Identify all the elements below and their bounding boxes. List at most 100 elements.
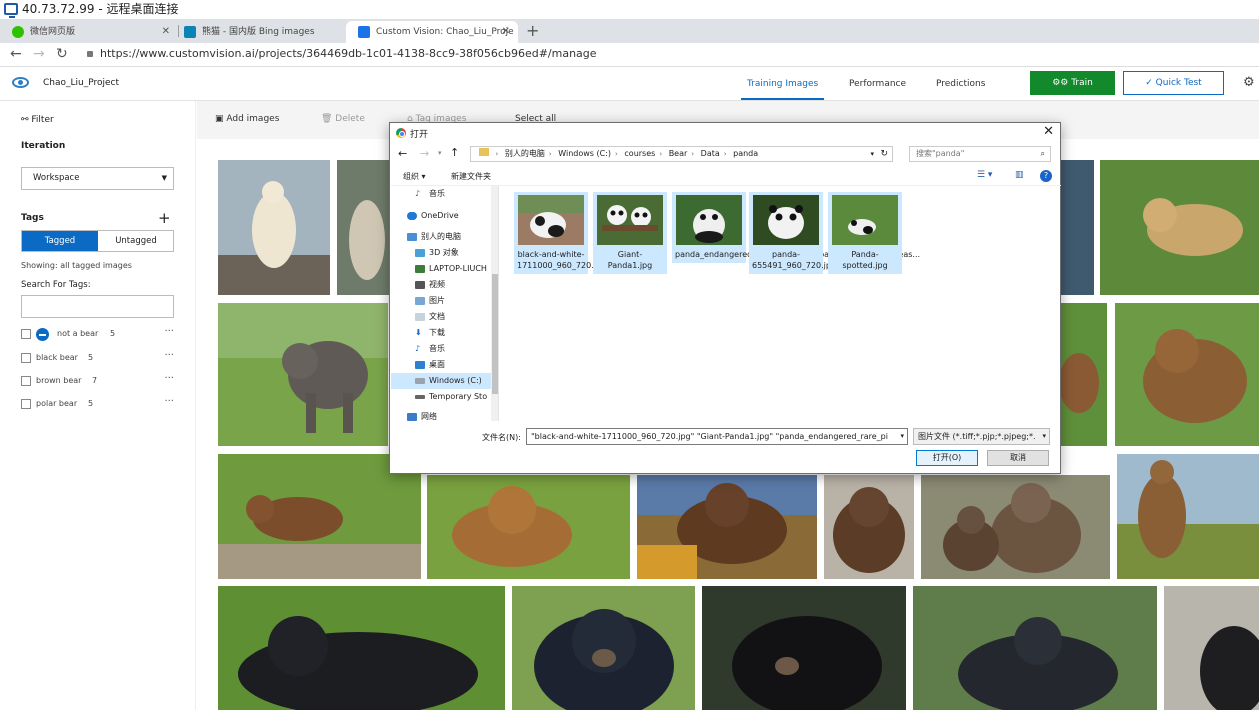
chevron-down-icon[interactable]: ▾ [900,429,904,444]
breadcrumb-item[interactable]: 别人的电脑 [505,149,545,158]
scrollbar-thumb[interactable] [492,274,498,394]
tagged-button[interactable]: Tagged [22,231,98,251]
checkbox[interactable] [21,329,31,339]
custom-vision-eye-icon[interactable] [12,77,29,88]
tag-row-brown-bear[interactable]: brown bear 7 ··· [21,373,174,389]
search-tags-input[interactable] [21,295,174,318]
nav-item-desktop[interactable]: 桌面 [391,357,491,373]
view-options-icon[interactable]: ☰ ▾ [977,170,992,180]
chevron-down-icon[interactable]: ▾ [870,147,874,161]
back-icon[interactable]: ← [10,46,22,62]
image-thumbnail[interactable] [1061,303,1107,446]
delete-button[interactable]: 🗑 Delete [321,114,365,124]
breadcrumb-item[interactable]: Data [701,149,720,158]
up-icon[interactable]: ↑ [450,146,459,159]
more-icon[interactable]: ··· [164,326,174,337]
folder-search-input[interactable]: 搜索"panda" ⌕ [909,146,1051,162]
add-images-button[interactable]: ▣ Add images [215,114,279,124]
nav-item-onedrive[interactable]: OneDrive [391,208,491,224]
open-button[interactable]: 打开(O) [916,450,978,466]
quick-test-button[interactable]: ✓ Quick Test [1123,71,1224,95]
add-tag-icon[interactable]: + [158,209,171,227]
image-thumbnail[interactable] [1100,160,1259,295]
tab-custom-vision[interactable]: Custom Vision: Chao_Liu_Proje ✕ [346,21,518,43]
tab-predictions[interactable]: Predictions [936,79,985,89]
tag-row-polar-bear[interactable]: polar bear 5 ··· [21,396,174,412]
filename-input[interactable]: "black-and-white-1711000_960_720.jpg" "G… [526,428,908,445]
refresh-icon[interactable]: ↻ [880,147,888,161]
file-item[interactable]: black-and-white-1711000_960_720.jpg [514,192,606,274]
nav-scrollbar[interactable] [491,186,498,421]
train-button[interactable]: ⚙⚙ Train [1030,71,1115,95]
nav-item-pictures[interactable]: 图片 [391,293,491,309]
path-breadcrumb[interactable]: › 别人的电脑 › Windows (C:) › courses › Bear › Da… [470,146,893,162]
back-icon[interactable]: ← [398,147,407,160]
nav-item-3d-objects[interactable]: 3D 对象 [391,245,491,261]
filetype-select[interactable]: 图片文件 (*.tiff;*.pjp;*.pjpeg;*. ▾ [913,428,1050,445]
forward-icon[interactable]: → [420,147,429,160]
url-field[interactable]: https://www.customvision.ai/projects/364… [100,47,597,60]
checkbox[interactable] [21,399,31,409]
file-item[interactable]: Panda-spotted.jpg [828,192,902,274]
close-icon[interactable]: ✕ [1043,124,1054,139]
close-tab-icon[interactable]: ✕ [162,21,170,43]
filter-label[interactable]: ⚯ Filter [21,115,54,125]
file-item[interactable]: Giant-Panda1.jpg [593,192,667,274]
more-icon[interactable]: ··· [164,373,174,384]
image-thumbnail[interactable] [637,475,817,579]
organize-button[interactable]: 组织 ▾ [403,171,426,182]
checkbox[interactable] [21,353,31,363]
untagged-button[interactable]: Untagged [98,231,174,251]
image-thumbnail[interactable] [218,586,505,710]
image-thumbnail[interactable] [1117,454,1259,579]
project-name[interactable]: Chao_Liu_Project [43,78,119,88]
checkbox[interactable] [21,376,31,386]
file-item[interactable]: panda-655491_960_720.jpg [749,192,836,274]
reload-icon[interactable]: ↻ [56,46,68,62]
more-icon[interactable]: ··· [164,396,174,407]
breadcrumb-item[interactable]: courses [624,149,655,158]
nav-item-laptop[interactable]: LAPTOP-LIUCH [391,261,491,277]
image-thumbnail[interactable] [702,586,906,710]
image-thumbnail[interactable] [512,586,695,710]
file-item[interactable]: panda_endangered_rare_protected_bamboo_n… [672,192,920,263]
image-thumbnail[interactable] [1061,160,1094,295]
nav-item-temporary-storage[interactable]: Temporary Sto [391,389,491,405]
image-thumbnail[interactable] [1164,586,1259,710]
nav-item-videos[interactable]: 视频 [391,277,491,293]
more-icon[interactable]: ··· [164,350,174,361]
tab-bing[interactable]: 熊猫 - 国内版 Bing images [172,21,346,43]
image-thumbnail[interactable] [218,303,388,446]
recent-dropdown-icon[interactable]: ▾ [438,149,442,157]
nav-item-network[interactable]: 网络 [391,409,491,421]
image-thumbnail[interactable] [1115,303,1259,446]
nav-item-documents[interactable]: 文档 [391,309,491,325]
image-thumbnail[interactable] [337,160,389,295]
gear-icon[interactable]: ⚙ [1243,75,1255,90]
close-tab-icon[interactable]: ✕ [502,21,510,43]
nav-item-this-pc[interactable]: 别人的电脑 [391,229,491,245]
tab-training-images[interactable]: Training Images [740,79,825,100]
nav-item-music[interactable]: ♪ 音乐 [391,186,491,202]
image-thumbnail[interactable] [427,475,630,579]
cancel-button[interactable]: 取消 [987,450,1049,466]
preview-pane-icon[interactable]: ▥ [1015,170,1024,180]
tab-performance[interactable]: Performance [849,79,906,89]
image-thumbnail[interactable] [921,475,1110,579]
image-thumbnail[interactable] [824,475,914,579]
tab-wechat[interactable]: 微信网页版 ✕ [0,21,178,43]
tag-row-black-bear[interactable]: black bear 5 ··· [21,350,174,366]
nav-item-downloads[interactable]: ⬇ 下载 [391,325,491,341]
nav-item-music-2[interactable]: ♪ 音乐 [391,341,491,357]
forward-icon[interactable]: → [33,46,45,62]
breadcrumb-item[interactable]: Windows (C:) [558,149,611,158]
help-icon[interactable]: ? [1040,170,1052,182]
breadcrumb-item[interactable]: panda [733,149,758,158]
image-thumbnail[interactable] [913,586,1157,710]
new-tab-button[interactable]: + [526,19,539,43]
tag-row-not-a-bear[interactable]: not a bear 5 ··· [21,326,174,342]
iteration-select[interactable]: Workspace ▼ [21,167,174,190]
image-thumbnail[interactable] [218,160,330,295]
breadcrumb-item[interactable]: Bear [669,149,688,158]
new-folder-button[interactable]: 新建文件夹 [451,171,491,182]
